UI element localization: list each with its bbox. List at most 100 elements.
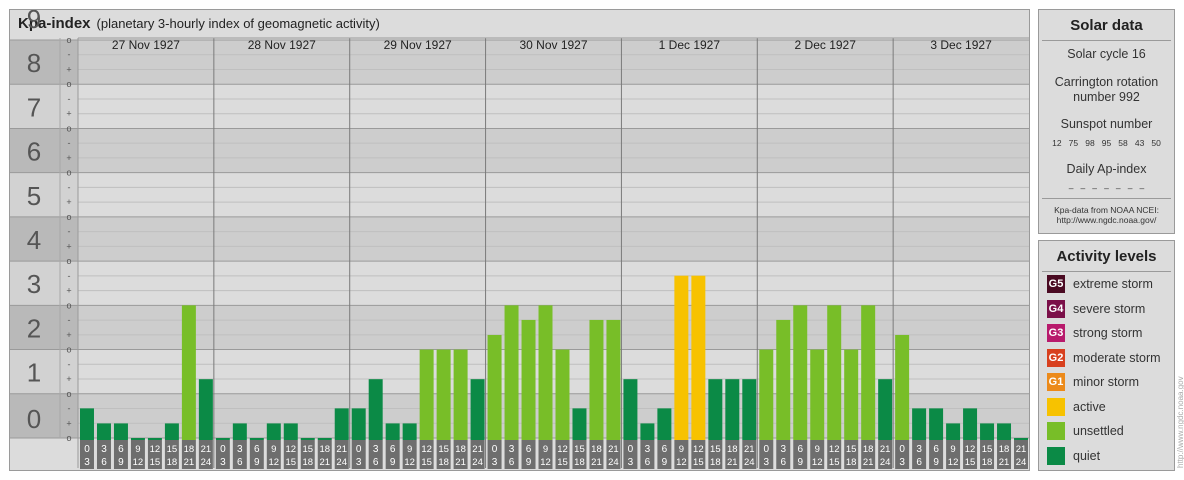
- kp-bar: [147, 438, 162, 440]
- y-minor-tick-label: +: [66, 330, 71, 340]
- y-axis-band: [10, 349, 78, 394]
- interval-end-label: 3: [492, 457, 498, 468]
- kp-bar: [283, 423, 298, 440]
- y-axis-band: [10, 40, 78, 85]
- interval-start-label: 15: [302, 444, 313, 455]
- interval-start-label: 18: [863, 444, 874, 455]
- kp-bar: [691, 275, 706, 440]
- day-label: 28 Nov 1927: [248, 38, 316, 52]
- interval-start-label: 21: [608, 444, 619, 455]
- y-minor-tick-label: o: [66, 300, 71, 310]
- interval-end-label: 24: [1016, 457, 1027, 468]
- interval-start-label: 18: [999, 444, 1010, 455]
- kp-bar: [1014, 438, 1028, 440]
- kp-bar: [980, 423, 995, 440]
- interval-end-label: 6: [373, 457, 379, 468]
- interval-start-label: 12: [285, 444, 296, 455]
- activity-level-swatch: G1: [1047, 373, 1065, 391]
- y-minor-tick-label: o: [66, 35, 71, 45]
- interval-end-label: 3: [84, 457, 90, 468]
- interval-end-label: 15: [557, 457, 568, 468]
- interval-end-label: 12: [404, 457, 415, 468]
- activity-level-label: moderate storm: [1073, 350, 1161, 365]
- y-axis-band: [10, 261, 78, 306]
- y-tick-label: 3: [27, 269, 41, 299]
- interval-end-label: 18: [167, 457, 178, 468]
- kp-bar: [929, 408, 944, 440]
- kp-bar: [963, 408, 978, 440]
- interval-end-label: 24: [201, 457, 212, 468]
- activity-level-label: strong storm: [1073, 326, 1143, 340]
- interval-end-label: 21: [999, 457, 1010, 468]
- y-axis-band: [10, 84, 78, 129]
- plot-band: [78, 305, 1029, 350]
- kp-bar: [555, 349, 570, 440]
- plot-band: [78, 84, 1029, 129]
- sunspot-label: Sunspot number: [1060, 117, 1153, 131]
- interval-end-label: 3: [899, 457, 905, 468]
- carrington-line-1: Carrington rotation: [1054, 75, 1159, 89]
- y-minor-tick-label: -: [68, 94, 71, 104]
- activity-level-swatch: G3: [1047, 324, 1065, 342]
- y-tick-label: 9: [27, 10, 41, 34]
- interval-end-label: 15: [285, 457, 296, 468]
- interval-end-label: 12: [812, 457, 823, 468]
- interval-end-label: 3: [763, 457, 769, 468]
- interval-start-label: 9: [543, 444, 548, 455]
- interval-start-label: 18: [455, 444, 466, 455]
- kp-bar: [742, 379, 757, 440]
- kp-bar: [419, 349, 434, 440]
- kp-bar: [453, 349, 468, 440]
- kp-bar: [80, 408, 94, 440]
- kp-bar: [181, 305, 196, 440]
- interval-start-label: 6: [662, 444, 668, 455]
- interval-start-label: 12: [150, 444, 161, 455]
- interval-start-label: 21: [336, 444, 347, 455]
- interval-end-label: 24: [472, 457, 483, 468]
- carrington-line-2: number 992: [1073, 90, 1140, 104]
- plot-band: [78, 128, 1029, 173]
- interval-end-label: 12: [948, 457, 959, 468]
- source-link[interactable]: http://www.ngdc.noaa.gov/: [1039, 215, 1174, 225]
- interval-start-label: 0: [492, 444, 498, 455]
- interval-start-label: 3: [509, 444, 515, 455]
- interval-start-label: 9: [679, 444, 684, 455]
- kp-bar: [844, 349, 859, 440]
- y-minor-tick-label: +: [66, 286, 71, 296]
- interval-start-label: 9: [271, 444, 276, 455]
- activity-level-label: quiet: [1073, 448, 1101, 463]
- y-axis-band: [10, 128, 78, 173]
- interval-start-label: 12: [693, 444, 704, 455]
- interval-end-label: 9: [797, 457, 803, 468]
- y-minor-tick-label: +: [66, 153, 71, 163]
- interval-end-label: 18: [710, 457, 721, 468]
- y-minor-tick-label: +: [66, 64, 71, 74]
- day-label: 29 Nov 1927: [384, 38, 452, 52]
- ap-index-label: Daily Ap-index: [1066, 162, 1147, 176]
- interval-end-label: 6: [780, 457, 786, 468]
- interval-end-label: 6: [916, 457, 922, 468]
- interval-start-label: 21: [472, 444, 483, 455]
- kp-bar: [113, 423, 128, 440]
- interval-start-label: 18: [319, 444, 330, 455]
- day-label: 1 Dec 1927: [659, 38, 721, 52]
- interval-start-label: 15: [438, 444, 449, 455]
- interval-end-label: 21: [591, 457, 602, 468]
- y-minor-tick-label: +: [66, 109, 71, 119]
- interval-start-label: 18: [591, 444, 602, 455]
- interval-start-label: 3: [780, 444, 786, 455]
- kp-bar: [130, 438, 145, 440]
- y-tick-label: 6: [27, 137, 41, 167]
- interval-start-label: 15: [710, 444, 721, 455]
- interval-start-label: 6: [526, 444, 532, 455]
- day-label: 27 Nov 1927: [112, 38, 180, 52]
- source-line-1: Kpa-data from NOAA NCEI:: [1054, 205, 1159, 215]
- activity-level-swatch: [1047, 446, 1065, 465]
- kp-bar: [657, 408, 672, 440]
- kp-bar: [793, 305, 808, 440]
- kp-bar: [317, 438, 332, 440]
- activity-level-swatch: G4: [1047, 299, 1065, 318]
- interval-end-label: 18: [302, 457, 313, 468]
- activity-level-label: unsettled: [1073, 424, 1124, 438]
- interval-end-label: 3: [628, 457, 634, 468]
